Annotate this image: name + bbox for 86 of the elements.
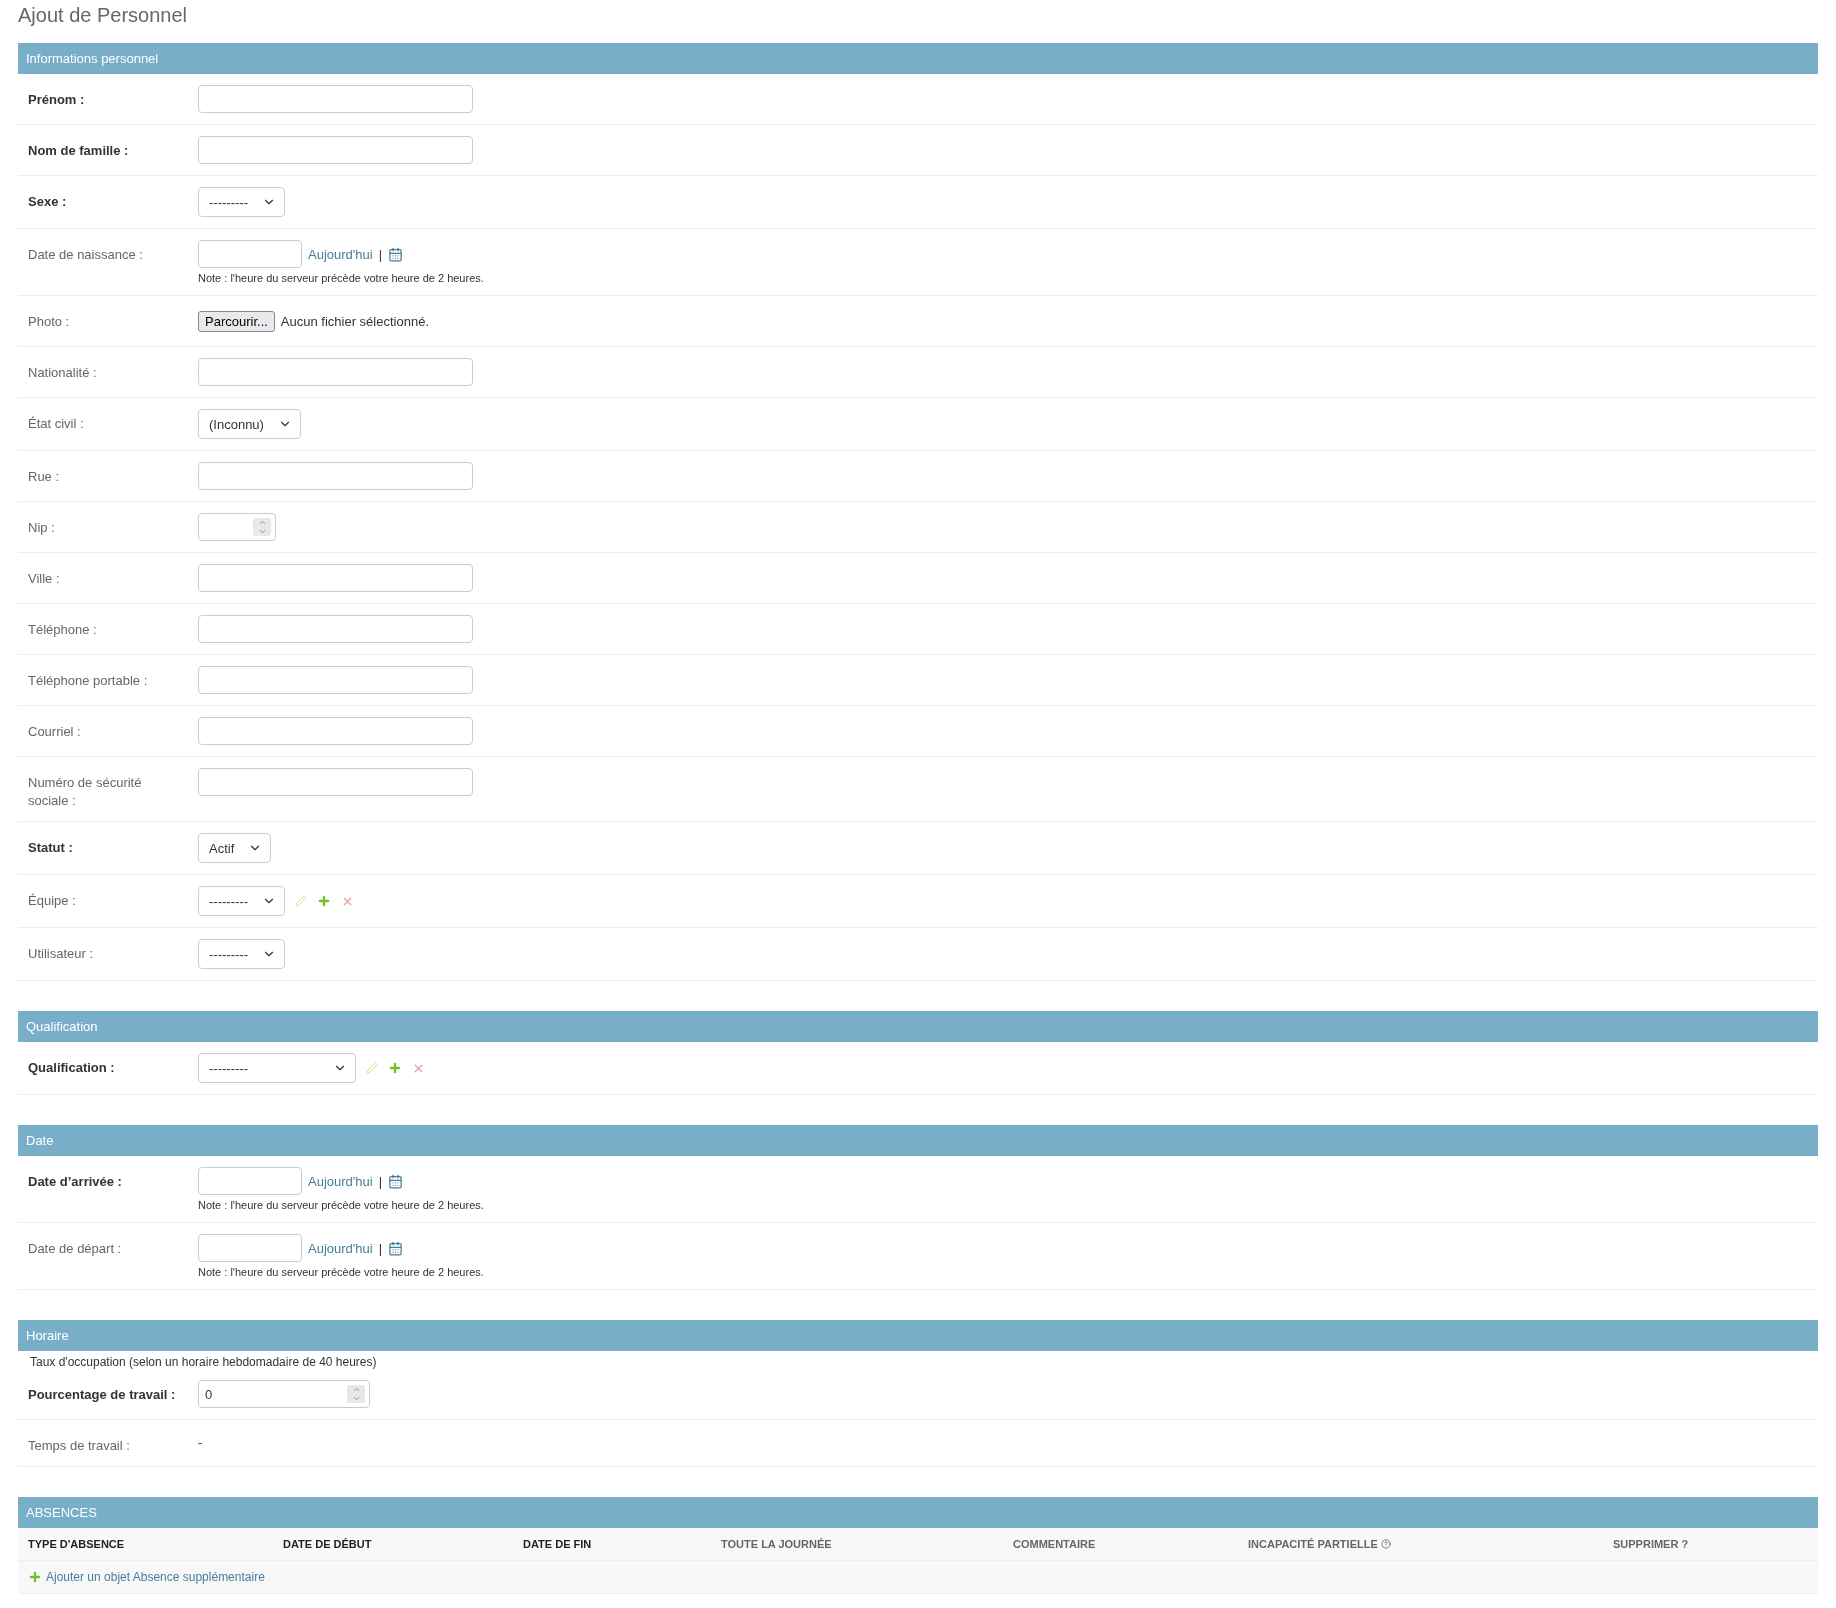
spinner-icon[interactable] [253, 518, 271, 536]
plus-icon[interactable] [28, 1570, 42, 1584]
text-input[interactable] [198, 136, 473, 164]
today-link[interactable]: Aujourd'hui [308, 1240, 373, 1256]
section-header: Date [18, 1125, 1818, 1156]
column-header: INCAPACITÉ PARTIELLE [1238, 1528, 1603, 1561]
date-input[interactable] [198, 240, 302, 268]
field-label: Prénom : [28, 91, 86, 109]
today-link[interactable]: Aujourd'hui [308, 246, 373, 262]
field-label: Utilisateur : [28, 945, 95, 963]
help-note: Note : l'heure du serveur précède votre heure de 2 heures. [198, 1266, 484, 1278]
select-dropdown[interactable]: Actif [198, 833, 272, 863]
section-header: Informations personnel [18, 43, 1818, 74]
number-input[interactable] [198, 513, 276, 541]
chevron-down-icon[interactable] [257, 527, 267, 536]
field-label: État civil : [28, 415, 85, 433]
select-dropdown[interactable]: --------- [198, 886, 285, 916]
plus-icon[interactable] [388, 1061, 402, 1075]
field-label: Téléphone portable : [28, 672, 149, 690]
section-description: Taux d'occupation (selon un horaire hebdomadaire de 40 heures) [29, 1354, 378, 1369]
help-icon [1380, 1539, 1391, 1549]
chevron-up-icon[interactable] [351, 1385, 361, 1394]
section-header: ABSENCES [18, 1497, 1818, 1528]
column-header: TYPE D'ABSENCE [18, 1528, 273, 1561]
field-label: Nationalité : [28, 364, 98, 382]
today-link[interactable]: Aujourd'hui [308, 1173, 373, 1189]
field-label: Statut : [28, 839, 74, 857]
separator: | [378, 1173, 383, 1189]
text-input[interactable] [198, 768, 473, 796]
text-input[interactable] [198, 717, 473, 745]
date-input[interactable] [198, 1234, 302, 1262]
spinner-icon[interactable] [347, 1385, 365, 1403]
pencil-icon[interactable] [294, 895, 307, 907]
select-dropdown[interactable]: --------- [198, 939, 285, 969]
calendar-icon[interactable] [388, 1173, 404, 1189]
field-label: Téléphone : [28, 621, 98, 639]
field-label: Nip : [28, 519, 56, 537]
date-input[interactable] [198, 1167, 302, 1195]
field-label: Nom de famille : [28, 142, 130, 160]
select-dropdown[interactable]: --------- [198, 1053, 356, 1083]
field-label: Sexe : [28, 193, 68, 211]
field-label: Qualification : [28, 1059, 116, 1077]
field-label: Rue : [28, 468, 61, 486]
close-icon[interactable] [412, 1061, 425, 1075]
field-label: Date d’arrivée : [28, 1173, 123, 1191]
calendar-icon[interactable] [388, 1240, 404, 1256]
help-note: Note : l'heure du serveur précède votre heure de 2 heures. [198, 272, 484, 284]
select-dropdown[interactable]: --------- [198, 187, 285, 217]
text-input[interactable] [198, 462, 473, 490]
field-label: Temps de travail : [28, 1437, 131, 1455]
section-header: Qualification [18, 1011, 1818, 1042]
column-header: DATE DE DÉBUT [273, 1528, 513, 1561]
file-status: Aucun fichier sélectionné. [280, 313, 429, 329]
field-label: Numéro de sécurité sociale : [28, 774, 143, 810]
text-input[interactable] [198, 358, 473, 386]
help-note: Note : l'heure du serveur précède votre heure de 2 heures. [198, 1199, 484, 1211]
readonly-value: - [198, 1434, 203, 1450]
close-icon[interactable] [340, 894, 354, 908]
field-label: Photo : [28, 313, 71, 331]
column-header: DATE DE FIN [513, 1528, 711, 1561]
column-header: COMMENTAIRE [1003, 1528, 1238, 1561]
text-input[interactable] [198, 564, 473, 592]
text-input[interactable] [198, 85, 473, 113]
column-header: TOUTE LA JOURNÉE [711, 1528, 1003, 1561]
field-label: Courriel : [28, 723, 82, 741]
browse-button[interactable]: Parcourir... [198, 310, 275, 332]
separator: | [378, 246, 383, 262]
pencil-icon[interactable] [366, 1062, 378, 1074]
text-input[interactable] [198, 615, 473, 643]
select-dropdown[interactable]: (Inconnu) [198, 409, 301, 439]
field-label: Date de naissance : [28, 246, 144, 264]
page-title: Ajout de Personnel [18, 4, 188, 27]
field-label: Équipe : [28, 892, 77, 910]
section-header: Horaire [18, 1320, 1818, 1351]
plus-icon[interactable] [316, 894, 331, 908]
field-label: Pourcentage de travail : [28, 1386, 177, 1404]
calendar-icon[interactable] [388, 246, 404, 262]
add-row-link[interactable]: Ajouter un objet Absence supplémentaire [46, 1570, 265, 1584]
field-label: Date de départ : [28, 1240, 123, 1258]
separator: | [378, 1240, 383, 1256]
column-header: SUPPRIMER ? [1603, 1528, 1818, 1561]
field-label: Ville : [28, 570, 61, 588]
number-input[interactable]: 0 [198, 1380, 370, 1408]
chevron-up-icon[interactable] [257, 518, 267, 527]
chevron-down-icon[interactable] [351, 1394, 361, 1403]
text-input[interactable] [198, 666, 473, 694]
